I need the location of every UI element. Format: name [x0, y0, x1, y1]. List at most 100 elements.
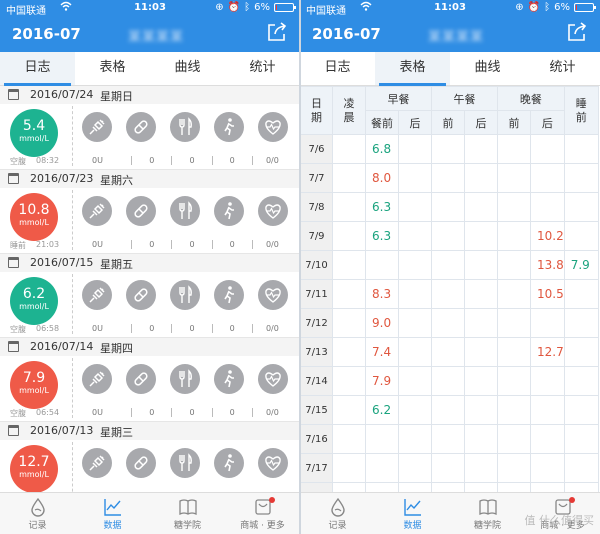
glucose-cell[interactable] [464, 308, 498, 338]
tab-table[interactable]: 表格 [375, 52, 450, 86]
glucose-cell[interactable] [431, 453, 465, 483]
nav-record[interactable]: 记录 [0, 493, 75, 534]
table-row[interactable]: 7/9 6.3 10.2 [300, 221, 599, 251]
glucose-cell[interactable] [497, 424, 531, 454]
table-row[interactable]: 7/15 6.2 [300, 395, 599, 425]
glucose-cell[interactable]: 7.9 [563, 250, 599, 280]
glucose-cell[interactable]: 6.2 [365, 395, 399, 425]
glucose-cell[interactable] [563, 424, 599, 454]
glucose-cell[interactable] [431, 163, 465, 193]
table-row[interactable]: 7/6 6.8 [300, 134, 599, 164]
glucose-cell[interactable] [398, 395, 432, 425]
pill-icon[interactable] [126, 112, 156, 142]
log-entry[interactable]: 2016/07/13 星期三 12.7 mmol/L [0, 422, 300, 492]
glucose-cell[interactable] [563, 279, 599, 309]
glucose-cell[interactable] [497, 221, 531, 251]
glucose-cell[interactable] [497, 482, 531, 492]
pill-icon[interactable] [126, 364, 156, 394]
glucose-cell[interactable] [332, 424, 366, 454]
glucose-cell[interactable] [365, 250, 399, 280]
glucose-cell[interactable] [530, 424, 565, 454]
table-row[interactable]: 7/12 9.0 [300, 308, 599, 338]
syringe-icon[interactable] [82, 196, 112, 226]
glucose-cell[interactable] [332, 192, 366, 222]
glucose-cell[interactable] [464, 279, 498, 309]
glucose-cell[interactable] [431, 134, 465, 164]
log-entry[interactable]: 2016/07/14 星期四 7.9 mmol/L 空腹 06:54 0U 0 0 0… [0, 338, 300, 422]
glucose-cell[interactable] [530, 163, 565, 193]
glucose-cell[interactable] [332, 453, 366, 483]
table-row[interactable]: 7/11 8.3 10.5 [300, 279, 599, 309]
table-row[interactable]: 7/13 7.4 12.7 [300, 337, 599, 367]
month-title[interactable]: 2016-07 [12, 25, 81, 43]
glucose-cell[interactable] [332, 482, 366, 492]
glucose-cell[interactable] [431, 482, 465, 492]
glucose-cell[interactable] [431, 395, 465, 425]
glucose-cell[interactable] [464, 366, 498, 396]
glucose-cell[interactable]: 6.8 [365, 134, 399, 164]
table-row[interactable]: 7/8 6.3 [300, 192, 599, 222]
fork-knife-icon[interactable] [170, 196, 200, 226]
glucose-cell[interactable] [464, 250, 498, 280]
glucose-cell[interactable] [464, 337, 498, 367]
log-entry[interactable]: 2016/07/24 星期日 5.4 mmol/L 空腹 08:32 0U 0 0 0… [0, 86, 300, 170]
glucose-cell[interactable] [431, 308, 465, 338]
glucose-cell[interactable] [530, 453, 565, 483]
fork-knife-icon[interactable] [170, 112, 200, 142]
glucose-cell[interactable] [563, 192, 599, 222]
heart-pulse-icon[interactable] [258, 448, 288, 478]
glucose-cell[interactable]: 12.7 [530, 337, 565, 367]
syringe-icon[interactable] [82, 280, 112, 310]
glucose-cell[interactable] [563, 308, 599, 338]
glucose-cell[interactable] [398, 279, 432, 309]
glucose-cell[interactable] [332, 134, 366, 164]
glucose-cell[interactable] [464, 192, 498, 222]
glucose-cell[interactable] [497, 366, 531, 396]
glucose-cell[interactable] [398, 308, 432, 338]
glucose-cell[interactable]: 8.0 [365, 163, 399, 193]
share-button[interactable] [266, 22, 288, 42]
glucose-cell[interactable] [332, 279, 366, 309]
glucose-cell[interactable] [365, 453, 399, 483]
glucose-cell[interactable] [398, 192, 432, 222]
walking-icon[interactable] [214, 364, 244, 394]
glucose-cell[interactable] [530, 308, 565, 338]
glucose-cell[interactable] [365, 482, 399, 492]
nav-data[interactable]: 数据 [375, 493, 450, 534]
glucose-cell[interactable]: 6.3 [365, 192, 399, 222]
nav-shop[interactable]: 商城 · 更多 [225, 493, 300, 534]
glucose-cell[interactable] [398, 134, 432, 164]
glucose-cell[interactable] [497, 337, 531, 367]
glucose-cell[interactable] [398, 163, 432, 193]
glucose-reading-badge[interactable]: 12.7 mmol/L [10, 445, 58, 492]
glucose-cell[interactable]: 9.0 [365, 308, 399, 338]
glucose-cell[interactable] [431, 279, 465, 309]
glucose-cell[interactable] [497, 163, 531, 193]
glucose-cell[interactable] [464, 134, 498, 164]
month-title[interactable]: 2016-07 [312, 25, 381, 43]
glucose-cell[interactable] [497, 192, 531, 222]
tab-stats[interactable]: 统计 [525, 52, 600, 85]
walking-icon[interactable] [214, 448, 244, 478]
glucose-cell[interactable] [464, 453, 498, 483]
glucose-cell[interactable] [563, 453, 599, 483]
glucose-cell[interactable] [332, 250, 366, 280]
log-list[interactable]: 2016/07/24 星期日 5.4 mmol/L 空腹 08:32 0U 0 0 0… [0, 86, 300, 492]
glucose-cell[interactable] [563, 337, 599, 367]
glucose-cell[interactable] [398, 221, 432, 251]
glucose-reading-badge[interactable]: 7.9 mmol/L [10, 361, 58, 409]
glucose-cell[interactable]: 7.4 [365, 337, 399, 367]
glucose-reading-badge[interactable]: 10.8 mmol/L [10, 193, 58, 241]
log-entry[interactable]: 2016/07/23 星期六 10.8 mmol/L 睡前 21:03 0U 0 0… [0, 170, 300, 254]
glucose-cell[interactable] [530, 395, 565, 425]
table-row[interactable]: 7/14 7.9 [300, 366, 599, 396]
glucose-cell[interactable] [497, 134, 531, 164]
glucose-cell[interactable] [431, 250, 465, 280]
nav-academy[interactable]: 糖学院 [450, 493, 525, 534]
pill-icon[interactable] [126, 280, 156, 310]
glucose-cell[interactable] [332, 221, 366, 251]
glucose-reading-badge[interactable]: 6.2 mmol/L [10, 277, 58, 325]
log-entry[interactable]: 2016/07/15 星期五 6.2 mmol/L 空腹 06:58 0U 0 0 0… [0, 254, 300, 338]
glucose-cell[interactable] [431, 192, 465, 222]
syringe-icon[interactable] [82, 448, 112, 478]
